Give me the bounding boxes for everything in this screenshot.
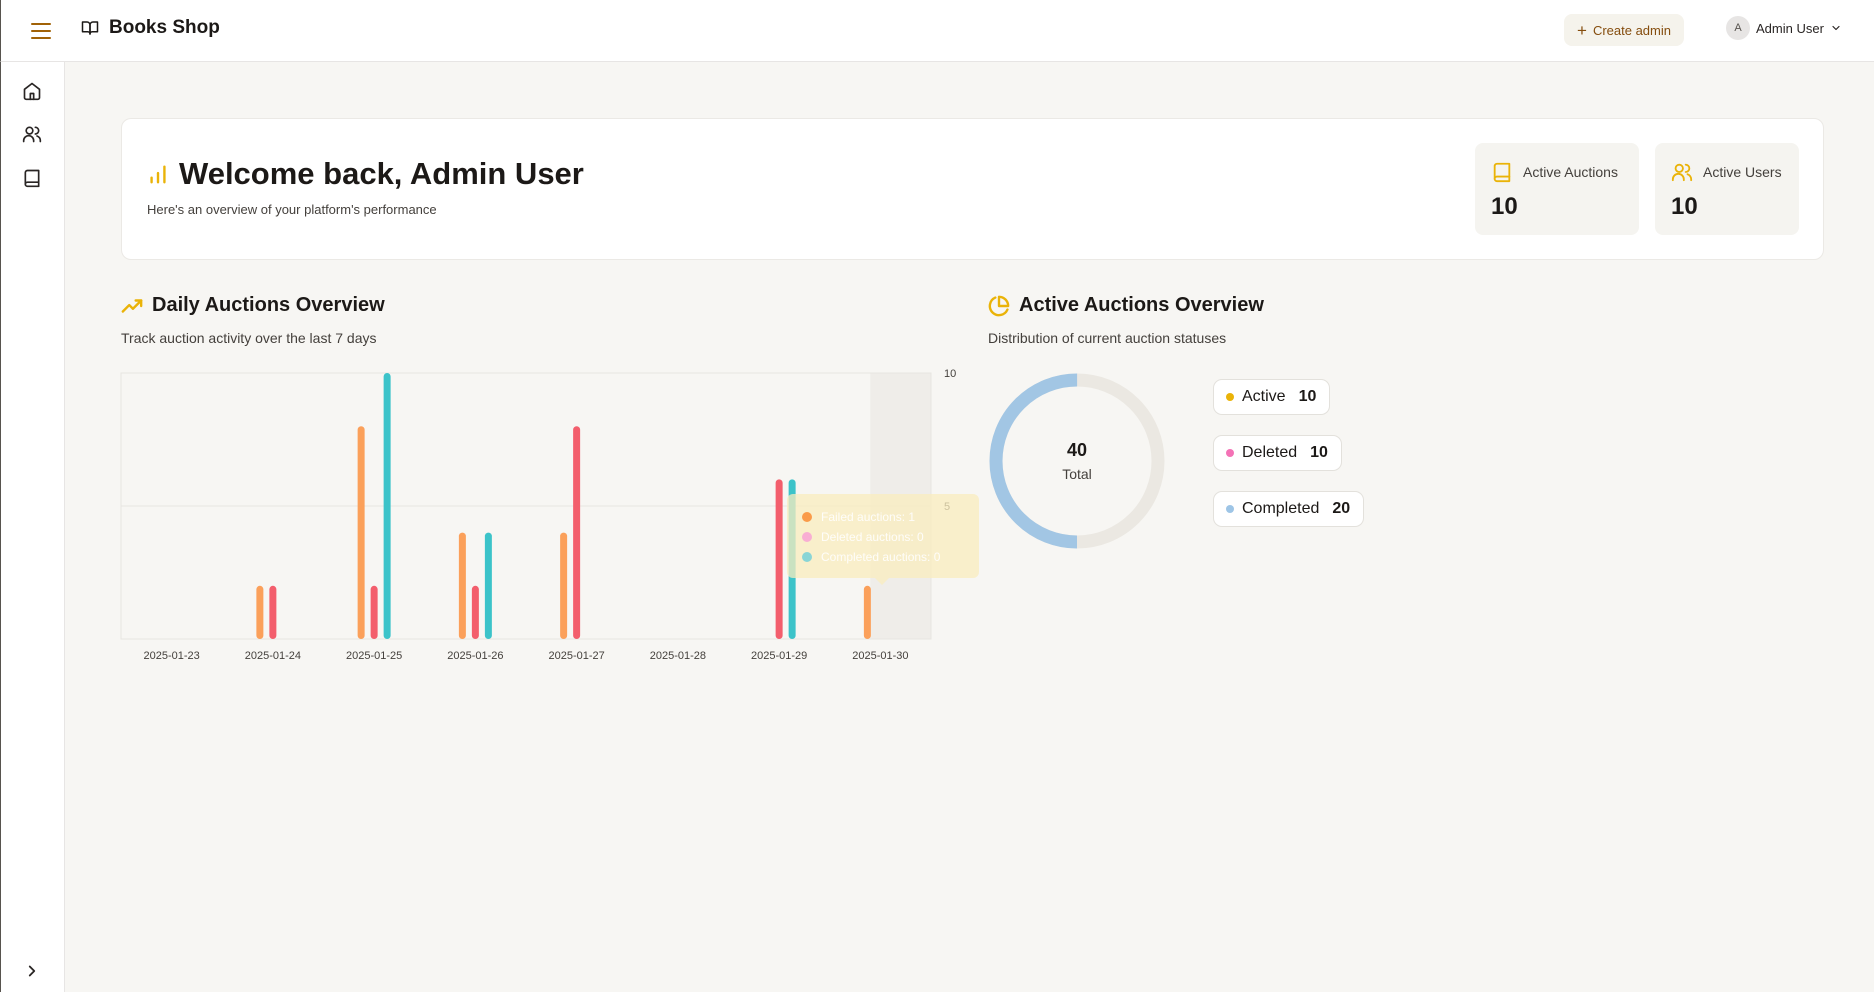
avatar: A xyxy=(1726,16,1750,40)
x-tick-label: 2025-01-24 xyxy=(245,650,301,662)
users-icon xyxy=(1671,163,1693,182)
top-bar: Books Shop + Create admin A Admin User xyxy=(0,0,1874,62)
bar xyxy=(269,585,277,639)
bar xyxy=(370,585,378,639)
x-tick-label: 2025-01-28 xyxy=(650,650,706,662)
tooltip-text: Completed auctions: 0 xyxy=(821,550,941,564)
x-tick-label: 2025-01-29 xyxy=(751,650,807,662)
sidebar-expand-button[interactable] xyxy=(23,962,41,980)
x-tick-label: 2025-01-25 xyxy=(346,650,402,662)
legend-dot xyxy=(1226,449,1234,457)
active-auctions-heading: Active Auctions Overview xyxy=(988,294,1264,317)
pie-chart-icon xyxy=(988,295,1010,316)
legend-dot xyxy=(802,552,812,562)
sidebar xyxy=(0,62,65,992)
sidebar-item-home[interactable] xyxy=(22,81,42,101)
plus-icon: + xyxy=(1577,20,1587,40)
home-icon xyxy=(23,82,41,101)
trending-up-icon xyxy=(121,298,143,313)
x-tick-label: 2025-01-23 xyxy=(143,650,199,662)
chart-tooltip: Failed auctions: 1 Deleted auctions: 0 C… xyxy=(787,494,979,585)
stat-card-active-auctions: Active Auctions 10 xyxy=(1475,143,1639,235)
bar xyxy=(256,585,264,639)
tooltip-row: Failed auctions: 1 xyxy=(802,510,915,524)
open-book-icon xyxy=(81,21,99,35)
tooltip-text: Failed auctions: 1 xyxy=(821,510,916,524)
welcome-heading: Welcome back, Admin User xyxy=(147,156,584,192)
legend-dot xyxy=(802,512,812,522)
legend-item-completed: Completed 20 xyxy=(1213,491,1365,527)
user-name: Admin User xyxy=(1756,20,1824,36)
legend-item-active: Active 10 xyxy=(1213,379,1331,415)
legend-dot xyxy=(1226,393,1234,401)
bar xyxy=(471,585,479,639)
x-tick-label: 2025-01-27 xyxy=(548,650,604,662)
welcome-title: Welcome back, Admin User xyxy=(179,156,584,191)
chevron-right-icon xyxy=(28,965,36,977)
create-admin-label: Create admin xyxy=(1592,22,1671,38)
bar xyxy=(573,426,581,639)
legend-label: Active xyxy=(1242,388,1286,405)
bar xyxy=(383,373,391,639)
x-tick-label: 2025-01-26 xyxy=(447,650,503,662)
sidebar-item-books[interactable] xyxy=(22,168,42,188)
legend-dot xyxy=(802,532,812,542)
bar xyxy=(560,532,568,639)
active-auctions-donut-chart: 40 Total xyxy=(989,373,1165,549)
bar xyxy=(863,585,871,639)
donut-total: 40 xyxy=(1067,440,1087,460)
users-icon xyxy=(22,126,42,143)
stat-value: 10 xyxy=(1671,193,1698,220)
donut-total-label: Total xyxy=(1062,466,1092,482)
daily-auctions-heading: Daily Auctions Overview xyxy=(121,294,385,317)
daily-auctions-title: Daily Auctions Overview xyxy=(152,294,385,316)
legend-value: 20 xyxy=(1332,500,1351,517)
legend-label: Completed xyxy=(1242,500,1320,517)
legend-label: Deleted xyxy=(1242,444,1298,461)
welcome-subtitle: Here's an overview of your platform's pe… xyxy=(147,202,437,217)
legend-value: 10 xyxy=(1298,388,1317,405)
active-auctions-subtitle: Distribution of current auction statuses xyxy=(988,330,1227,346)
bar xyxy=(458,532,466,639)
create-admin-button[interactable]: + Create admin xyxy=(1564,14,1684,46)
app-title: Books Shop xyxy=(109,17,220,38)
bar xyxy=(484,532,492,639)
y-tick-label: 10 xyxy=(944,368,956,380)
chevron-down-icon xyxy=(1832,25,1840,31)
book-icon xyxy=(24,169,40,188)
book-icon xyxy=(1493,162,1511,183)
stat-value: 10 xyxy=(1491,193,1518,220)
brand[interactable]: Books Shop xyxy=(81,17,220,39)
active-auctions-title: Active Auctions Overview xyxy=(1019,294,1264,316)
tooltip-row: Deleted auctions: 0 xyxy=(802,530,924,544)
welcome-card: Welcome back, Admin User Here's an overv… xyxy=(121,118,1824,260)
stat-card-active-users: Active Users 10 xyxy=(1655,143,1799,235)
tooltip-row: Completed auctions: 0 xyxy=(802,550,940,564)
legend-item-deleted: Deleted 10 xyxy=(1213,435,1342,471)
tooltip-caret xyxy=(875,578,889,585)
bar xyxy=(775,479,783,639)
menu-icon[interactable] xyxy=(29,19,53,43)
legend-dot xyxy=(1226,505,1234,513)
tooltip-text: Deleted auctions: 0 xyxy=(821,530,924,544)
legend-value: 10 xyxy=(1310,444,1328,461)
stat-label: Active Auctions xyxy=(1523,164,1618,180)
x-tick-label: 2025-01-30 xyxy=(852,650,908,662)
daily-auctions-subtitle: Track auction activity over the last 7 d… xyxy=(121,330,377,346)
bar-chart-icon xyxy=(150,165,166,184)
stat-label: Active Users xyxy=(1703,164,1782,180)
user-menu[interactable]: A Admin User xyxy=(1726,16,1842,40)
bar xyxy=(357,426,365,639)
sidebar-item-users[interactable] xyxy=(22,124,42,144)
